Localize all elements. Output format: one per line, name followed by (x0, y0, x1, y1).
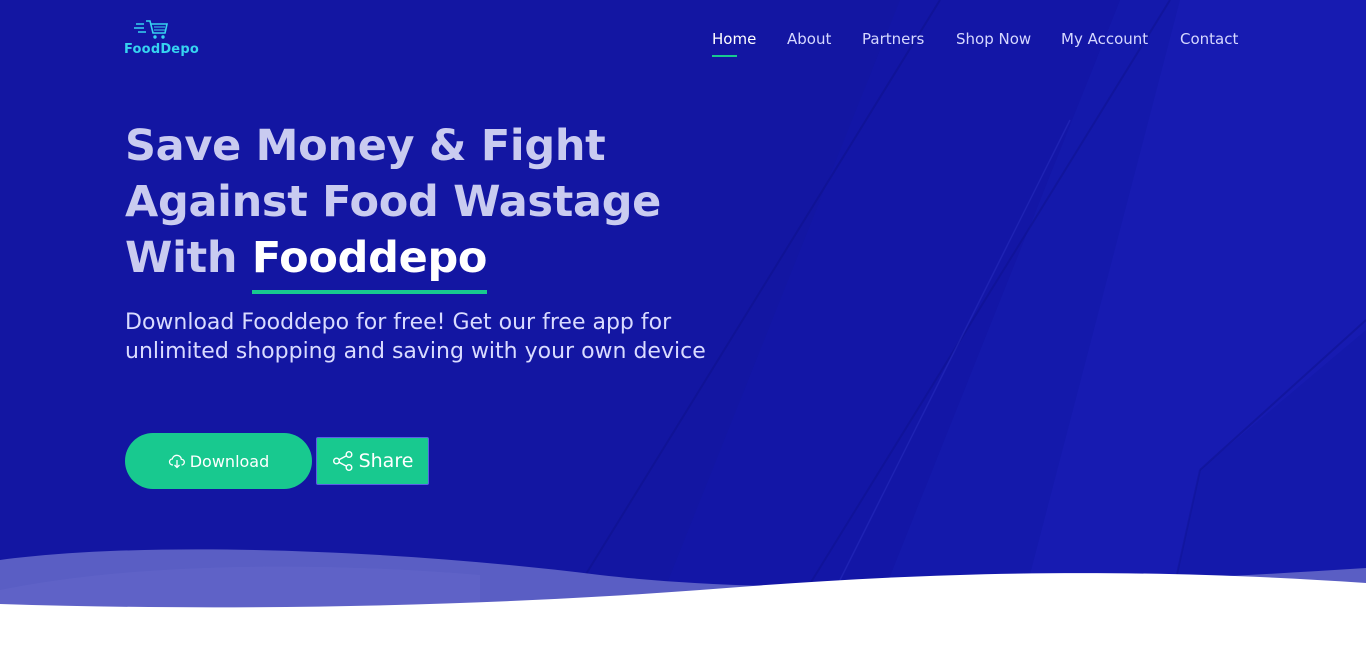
hero-headline: Save Money & Fight Against Food Wastage … (125, 118, 765, 294)
nav-item-my-account[interactable]: My Account (1061, 30, 1148, 48)
hero-section: FoodDepo Home About Partners Shop Now My… (0, 0, 1366, 651)
logo-text: FoodDepo (124, 42, 199, 57)
nav-item-shop-now[interactable]: Shop Now (956, 30, 1031, 48)
share-icon (332, 451, 353, 471)
headline-line-1: Save Money & Fight (125, 121, 606, 171)
cloud-download-icon (168, 454, 185, 469)
download-button[interactable]: Download (125, 433, 312, 489)
nav-item-contact[interactable]: Contact (1180, 30, 1238, 48)
share-button[interactable]: Share (316, 437, 429, 485)
download-button-label: Download (189, 451, 270, 471)
cart-icon (134, 20, 168, 39)
nav-item-home[interactable]: Home (712, 30, 756, 48)
share-button-label: Share (358, 450, 414, 472)
headline-brand: Fooddepo (251, 230, 488, 294)
nav-item-partners[interactable]: Partners (862, 30, 924, 48)
logo[interactable]: FoodDepo (124, 18, 199, 62)
nav-item-about[interactable]: About (787, 30, 831, 48)
headline-line-2: Against Food Wastage (125, 177, 662, 227)
nav-active-indicator (712, 55, 737, 57)
hero-subtext: Download Fooddepo for free! Get our free… (125, 310, 706, 364)
headline-line-3-prefix: With (125, 233, 252, 283)
